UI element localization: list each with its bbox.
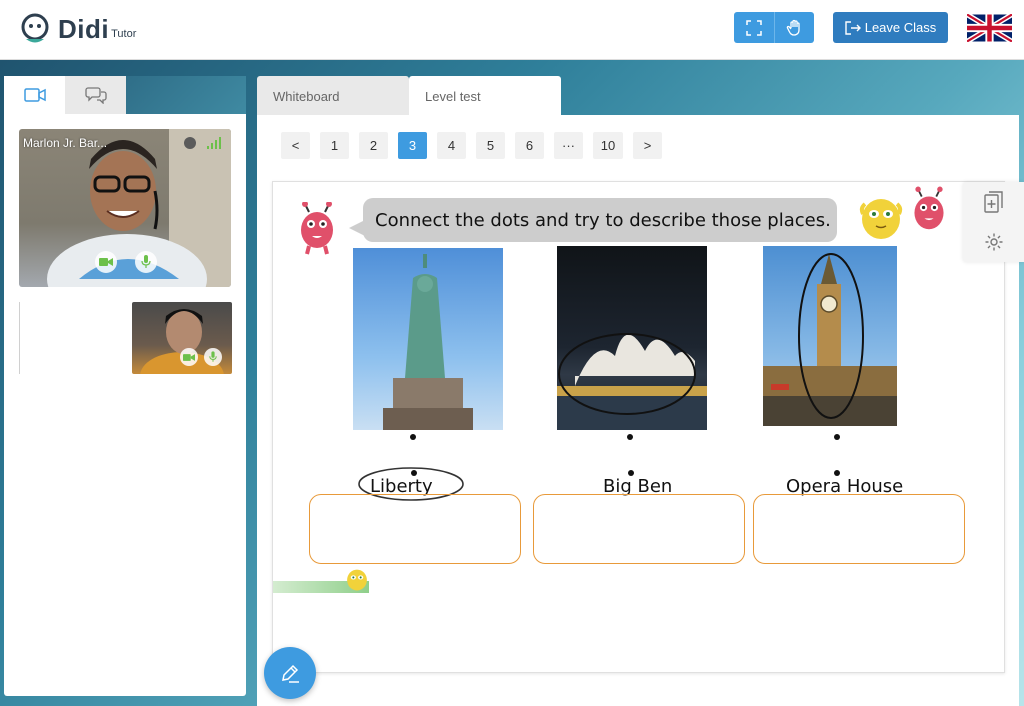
tab-bar-filler xyxy=(126,76,246,114)
content-tabs: Whiteboard Level test xyxy=(257,76,561,116)
logo: Didi Tutor xyxy=(18,12,136,46)
settings-button[interactable] xyxy=(963,222,1024,262)
fullscreen-icon xyxy=(746,19,762,36)
uk-flag-icon[interactable] xyxy=(967,14,1012,42)
add-page-icon xyxy=(983,191,1003,213)
connect-dot-top-3[interactable] xyxy=(834,434,840,440)
answer-box-2[interactable] xyxy=(533,494,745,564)
side-toolbar xyxy=(963,182,1024,262)
yellow-monster-icon xyxy=(859,199,903,239)
camera-icon xyxy=(99,258,113,266)
fullscreen-button[interactable] xyxy=(734,12,774,43)
pen-icon xyxy=(282,664,299,683)
tab-level-test[interactable]: Level test xyxy=(409,76,561,116)
teacher-camera-button[interactable] xyxy=(95,251,117,273)
statue-of-liberty-image xyxy=(353,248,503,430)
instruction-bubble: Connect the dots and try to describe tho… xyxy=(363,198,837,242)
big-ben-image xyxy=(763,246,897,426)
teacher-mic-button[interactable] xyxy=(135,251,157,273)
mic-icon xyxy=(141,255,151,268)
page-button-5[interactable]: 5 xyxy=(476,132,505,159)
big-ben-figure xyxy=(763,253,897,426)
answer-box-1[interactable] xyxy=(309,494,521,564)
connect-dot-top-2[interactable] xyxy=(627,434,633,440)
mic-icon xyxy=(209,351,217,362)
signal-icon xyxy=(207,137,221,149)
connect-dot-top-1[interactable] xyxy=(410,434,416,440)
answer-box-3[interactable] xyxy=(753,494,965,564)
tab-chat[interactable] xyxy=(65,76,126,114)
pink-monster-icon xyxy=(301,202,333,255)
chat-icon xyxy=(84,87,107,104)
tab-level-test-label: Level test xyxy=(425,88,481,104)
brand-name: Didi xyxy=(58,13,110,44)
didi-logo-icon xyxy=(21,13,49,43)
tab-video[interactable] xyxy=(4,76,65,114)
instruction-text: Connect the dots and try to describe tho… xyxy=(375,209,831,231)
top-bar: Didi Tutor Leave Class xyxy=(0,0,1024,60)
brand-sub: Tutor xyxy=(111,28,137,40)
student-video xyxy=(132,302,232,374)
status-dot-icon xyxy=(184,137,196,149)
prev-page-button[interactable]: < xyxy=(281,132,310,159)
page-button-4[interactable]: 4 xyxy=(437,132,466,159)
add-page-button[interactable] xyxy=(963,182,1024,222)
page-button-3[interactable]: 3 xyxy=(398,132,427,159)
teacher-video: Marlon Jr. Bar... xyxy=(19,129,231,287)
raise-hand-icon xyxy=(786,19,800,36)
participants-panel: Marlon Jr. Bar... xyxy=(4,76,246,696)
next-page-button[interactable]: > xyxy=(633,132,662,159)
yellow-monster-progress-icon xyxy=(347,569,367,591)
tab-whiteboard-label: Whiteboard xyxy=(273,88,340,104)
self-video-divider xyxy=(19,302,20,374)
camera-icon xyxy=(183,353,195,361)
page-ellipsis-button[interactable]: ··· xyxy=(554,132,583,159)
panel-tabs xyxy=(4,76,246,114)
pagination: < 1 2 3 4 5 6 ··· 10 > xyxy=(281,132,662,159)
opera-house-figure xyxy=(557,333,707,430)
logout-icon xyxy=(845,20,861,35)
student-mic-button[interactable] xyxy=(204,348,222,366)
leave-class-button[interactable]: Leave Class xyxy=(833,12,948,43)
draw-tool-button[interactable] xyxy=(264,647,316,699)
teacher-figure xyxy=(47,129,231,287)
worksheet[interactable]: Connect the dots and try to describe tho… xyxy=(272,181,1005,673)
leave-class-label: Leave Class xyxy=(864,20,937,35)
tab-whiteboard[interactable]: Whiteboard xyxy=(257,76,409,116)
teacher-name: Marlon Jr. Bar... xyxy=(23,136,108,150)
page-button-2[interactable]: 2 xyxy=(359,132,388,159)
toolbar-group xyxy=(734,12,814,43)
settings-icon xyxy=(985,233,1002,251)
statue-of-liberty-figure xyxy=(383,254,473,430)
page-button-6[interactable]: 6 xyxy=(515,132,544,159)
level-test-panel: < 1 2 3 4 5 6 ··· 10 > Connect the dots … xyxy=(257,115,1019,706)
pink-monster-icon xyxy=(914,186,944,230)
page-button-1[interactable]: 1 xyxy=(320,132,349,159)
page-button-10[interactable]: 10 xyxy=(593,132,623,159)
sydney-opera-house-image xyxy=(557,246,707,430)
raise-hand-button[interactable] xyxy=(774,12,814,43)
student-camera-button[interactable] xyxy=(180,348,198,366)
video-camera-icon xyxy=(23,88,46,102)
